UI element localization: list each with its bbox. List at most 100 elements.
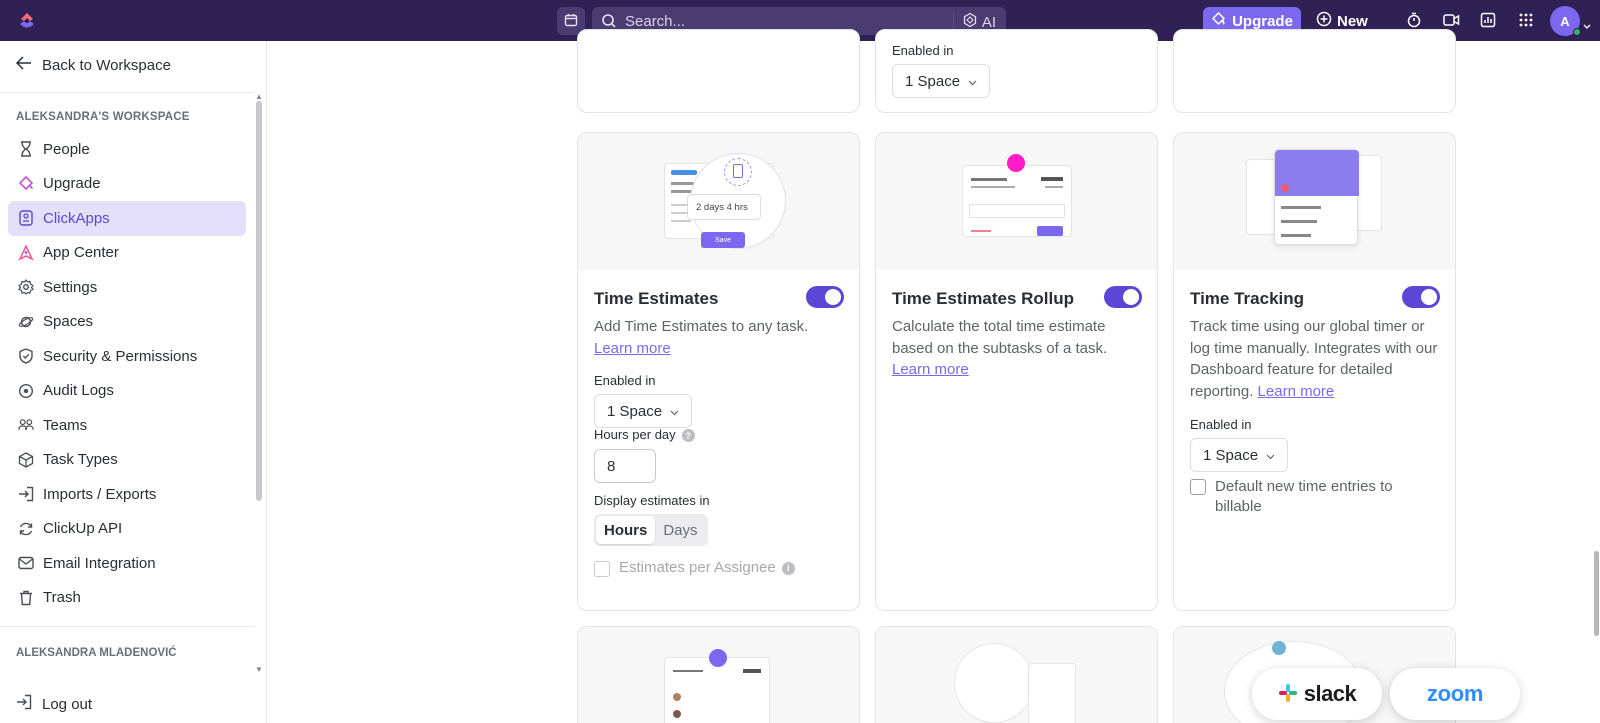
cube-icon: [18, 452, 34, 468]
learn-more-link[interactable]: Learn more: [594, 340, 671, 357]
timer-icon[interactable]: [1405, 11, 1423, 29]
sidebar-item-clickup-api[interactable]: ClickUp API: [8, 512, 246, 547]
sidebar-item-label: Upgrade: [43, 175, 101, 193]
slack-wordmark: slack: [1303, 681, 1357, 706]
card-description: Calculate the total time estimate based …: [892, 316, 1147, 381]
sidebar-item-task-types[interactable]: Task Types: [8, 443, 246, 478]
card-illustration: [876, 627, 1157, 723]
chevron-down-icon: [968, 73, 977, 90]
hours-per-day-label: Hours per day?: [594, 427, 695, 443]
segment-days[interactable]: Days: [655, 516, 705, 544]
space-select-value: 1 Space: [1203, 446, 1259, 464]
dashboard-icon[interactable]: [1479, 11, 1497, 29]
main-scrollbar[interactable]: [1594, 551, 1599, 636]
calendar-icon: [564, 13, 578, 30]
space-select-value: 1 Space: [607, 402, 663, 420]
sidebar-item-label: Imports / Exports: [43, 485, 157, 503]
search-icon: [601, 13, 617, 29]
avatar-icon: [1272, 641, 1286, 655]
default-billable-checkbox[interactable]: Default new time entries to billable: [1190, 477, 1430, 517]
card-description: Track time using our global timer or log…: [1190, 316, 1445, 402]
card-description-text: Calculate the total time estimate based …: [892, 318, 1108, 357]
sidebar-item-people[interactable]: People: [8, 132, 246, 167]
video-icon[interactable]: [1442, 11, 1460, 29]
zoom-integration-badge: zoom: [1390, 668, 1520, 720]
sidebar-item-teams[interactable]: Teams: [8, 408, 246, 443]
illustration-zoom-circle: 2 days 4 hrs Save: [687, 153, 786, 249]
sidebar-item-label: Email Integration: [43, 554, 156, 572]
scroll-up-arrow-icon[interactable]: ▲: [255, 92, 263, 101]
card-illustration: [578, 627, 859, 723]
illustration-timer-popup: [1274, 149, 1359, 245]
sidebar-item-trash[interactable]: Trash: [8, 581, 246, 616]
learn-more-link[interactable]: Learn more: [1258, 383, 1335, 400]
space-select[interactable]: 1 Space: [1190, 438, 1289, 472]
app-center-icon: [18, 244, 34, 261]
checkbox-label: Default new time entries to billable: [1215, 478, 1393, 515]
clickapps-main: Enabled in 1 Space 2 days 4 hrs Save Tim…: [268, 29, 1600, 723]
sidebar-item-clickapps[interactable]: ClickApps: [8, 201, 246, 236]
new-label: New: [1337, 12, 1368, 30]
learn-more-link[interactable]: Learn more: [892, 361, 969, 378]
sidebar-item-upgrade[interactable]: Upgrade: [8, 167, 246, 202]
apps-grid-icon[interactable]: [1517, 11, 1535, 29]
estimates-per-assignee-checkbox[interactable]: Estimates per Assignee i: [594, 559, 795, 577]
avatar[interactable]: A: [1550, 6, 1581, 36]
hours-per-day-text: Hours per day: [594, 427, 676, 442]
chevron-down-icon: [670, 403, 679, 420]
sidebar-scrollbar[interactable]: [256, 101, 262, 501]
sidebar-item-spaces[interactable]: Spaces: [8, 305, 246, 340]
checkbox-box[interactable]: [1190, 479, 1206, 495]
team-icon: [18, 417, 34, 433]
user-section-title: ALEKSANDRA MLADENOVIĆ: [16, 647, 177, 659]
checkbox-box[interactable]: [594, 561, 610, 577]
sidebar-item-audit-logs[interactable]: Audit Logs: [8, 374, 246, 409]
clickup-logo-icon[interactable]: [16, 10, 38, 32]
settings-sidebar: Back to Workspace ▲ ▼ ALEKSANDRA'S WORKS…: [0, 41, 267, 723]
sync-icon: [18, 521, 34, 537]
card-title: Time Estimates: [594, 289, 719, 308]
sidebar-item-label: Teams: [43, 416, 88, 434]
sidebar-item-label: Task Types: [43, 451, 118, 469]
back-to-workspace-link[interactable]: Back to Workspace: [15, 56, 171, 74]
planet-icon: [18, 314, 34, 330]
illustration-save-button: Save: [701, 232, 745, 248]
zoom-wordmark: zoom: [1426, 681, 1484, 706]
chevron-down-icon[interactable]: [1583, 17, 1591, 33]
sidebar-item-settings[interactable]: Settings: [8, 270, 246, 305]
clickapp-card-partial-bottom-middle: [875, 626, 1158, 723]
time-estimates-illustration: 2 days 4 hrs Save: [578, 133, 859, 270]
sidebar-item-label: Spaces: [43, 313, 94, 331]
clickapp-card-partial-left: [577, 29, 860, 113]
chevron-down-icon: [1266, 447, 1275, 464]
clickapp-card-time-tracking: Time Tracking Track time using our globa…: [1173, 132, 1456, 611]
upgrade-label: Upgrade: [1232, 12, 1293, 30]
sidebar-item-email-integration[interactable]: Email Integration: [8, 546, 246, 581]
sidebar-item-imports-exports[interactable]: Imports / Exports: [8, 477, 246, 512]
shield-icon: [18, 348, 34, 364]
scroll-down-arrow-icon[interactable]: ▼: [255, 665, 263, 674]
time-tracking-toggle[interactable]: [1402, 286, 1440, 308]
clickapps-icon: [18, 210, 34, 226]
illustration-status-list: [1028, 663, 1076, 723]
segment-hours[interactable]: Hours: [596, 516, 656, 544]
trash-icon: [18, 590, 34, 606]
space-select[interactable]: 1 Space: [594, 394, 693, 428]
audit-icon: [18, 383, 34, 399]
logout-link[interactable]: Log out: [16, 694, 92, 714]
illustration-rollup-panel: [962, 165, 1072, 237]
avatar-initial: A: [1560, 13, 1570, 29]
hours-per-day-input[interactable]: 8: [594, 449, 656, 483]
card-title: Time Estimates Rollup: [892, 289, 1075, 308]
time-estimates-toggle[interactable]: [806, 286, 844, 308]
info-icon[interactable]: i: [781, 561, 795, 575]
sidebar-item-security[interactable]: Security & Permissions: [8, 339, 246, 374]
time-estimates-rollup-toggle[interactable]: [1104, 286, 1142, 308]
space-select[interactable]: 1 Space: [892, 64, 991, 98]
logout-label: Log out: [42, 695, 93, 713]
slack-logo-icon: [1278, 683, 1298, 706]
sidebar-item-app-center[interactable]: App Center: [8, 236, 246, 271]
question-icon[interactable]: ?: [681, 429, 695, 443]
ai-label: AI: [981, 13, 996, 31]
arrow-left-icon: [15, 56, 32, 74]
